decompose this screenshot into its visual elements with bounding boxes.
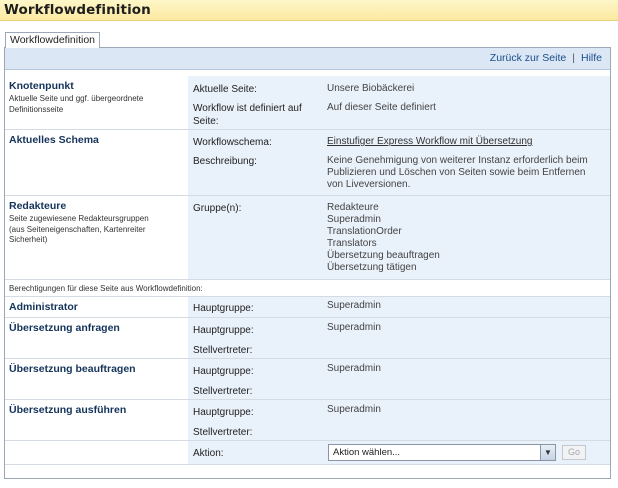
- group-item: TranslationOrder: [327, 226, 402, 237]
- main-group-label: Hauptgruppe:: [193, 325, 254, 336]
- description-label: Beschreibung:: [193, 156, 257, 167]
- redakteure-title: Redakteure: [9, 200, 67, 212]
- main-group-label: Hauptgruppe:: [193, 366, 254, 377]
- main-group-value: Superadmin: [327, 363, 381, 374]
- workflow-defined-value: Auf dieser Seite definiert: [327, 102, 436, 113]
- main-group-label: Hauptgruppe:: [193, 303, 254, 314]
- redakteure-details: Gruppe(n): Redakteure Superadmin Transla…: [188, 196, 610, 279]
- knotenpunkt-title: Knotenpunkt: [9, 80, 74, 92]
- schema-row: Aktuelles Schema Workflowschema: Einstuf…: [5, 130, 610, 196]
- knotenpunkt-header: Knotenpunkt Aktuelle Seite und ggf. über…: [5, 76, 188, 129]
- description-value: Keine Genehmigung von weiterer Instanz e…: [327, 155, 588, 190]
- workflow-panel: Zurück zur Seite | Hilfe Knotenpunkt Aktue…: [4, 47, 611, 479]
- help-link[interactable]: Hilfe: [581, 52, 602, 64]
- chevron-down-icon[interactable]: ▼: [540, 445, 555, 460]
- deputy-label: Stellvertreter:: [193, 386, 253, 397]
- role-header: Übersetzung ausführen: [5, 400, 188, 440]
- action-label: Aktion:: [193, 448, 224, 459]
- current-page-value: Unsere Biobäckerei: [327, 83, 415, 94]
- deputy-label: Stellvertreter:: [193, 345, 253, 356]
- role-details: Hauptgruppe: Superadmin Stellvertreter:: [188, 359, 610, 399]
- role-header: Übersetzung anfragen: [5, 318, 188, 358]
- workflow-schema-label: Workflowschema:: [193, 137, 272, 148]
- redakteure-subtitle: Seite zugewiesene Redakteursgruppen (aus…: [9, 214, 149, 244]
- group-item: Übersetzung tätigen: [327, 262, 417, 273]
- tab-workflowdefinition[interactable]: Workflowdefinition: [5, 32, 101, 48]
- role-details: Hauptgruppe: Superadmin Stellvertreter:: [188, 400, 610, 440]
- schema-header: Aktuelles Schema: [5, 130, 188, 195]
- group-item: Translators: [327, 238, 377, 249]
- role-title: Übersetzung ausführen: [9, 404, 127, 416]
- workflow-defined-label: Workflow ist definiert auf Seite:: [193, 103, 302, 127]
- main-group-label: Hauptgruppe:: [193, 407, 254, 418]
- back-to-page-link[interactable]: Zurück zur Seite: [490, 52, 566, 64]
- page-title: Workflowdefinition: [4, 2, 151, 18]
- permissions-info: Berechtigungen für diese Seite aus Workf…: [5, 280, 610, 297]
- toolbar-separator: |: [572, 52, 575, 64]
- group-item: Übersetzung beauftragen: [327, 250, 440, 261]
- knotenpunkt-row: Knotenpunkt Aktuelle Seite und ggf. über…: [5, 76, 610, 130]
- main-group-value: Superadmin: [327, 404, 381, 415]
- go-button[interactable]: Go: [562, 445, 586, 460]
- groups-label: Gruppe(n):: [193, 203, 242, 214]
- page-header: Workflowdefinition: [0, 0, 618, 21]
- deputy-label: Stellvertreter:: [193, 427, 253, 438]
- main-group-value: Superadmin: [327, 300, 381, 311]
- group-item: Superadmin: [327, 214, 381, 225]
- action-select[interactable]: Aktion wählen... ▼: [328, 444, 556, 461]
- current-page-label: Aktuelle Seite:: [193, 84, 257, 95]
- schema-title: Aktuelles Schema: [9, 134, 99, 146]
- schema-details: Workflowschema: Einstufiger Express Work…: [188, 130, 610, 195]
- role-row-uebersetzung-beauftragen: Übersetzung beauftragen Hauptgruppe: Sup…: [5, 359, 610, 400]
- action-row: Aktion: Aktion wählen... ▼ Go: [5, 441, 610, 465]
- role-details: Hauptgruppe: Superadmin: [188, 297, 610, 317]
- role-title: Administrator: [9, 301, 78, 313]
- redakteure-row: Redakteure Seite zugewiesene Redakteursg…: [5, 196, 610, 280]
- toolbar: Zurück zur Seite | Hilfe: [5, 48, 610, 70]
- knotenpunkt-details: Aktuelle Seite: Unsere Biobäckerei Workf…: [188, 76, 610, 129]
- action-controls: Aktion: Aktion wählen... ▼ Go: [188, 441, 610, 464]
- role-title: Übersetzung beauftragen: [9, 363, 136, 375]
- role-header: Administrator: [5, 297, 188, 317]
- action-select-value: Aktion wählen...: [333, 447, 401, 458]
- role-row-uebersetzung-ausfuehren: Übersetzung ausführen Hauptgruppe: Super…: [5, 400, 610, 441]
- main-group-value: Superadmin: [327, 322, 381, 333]
- role-row-administrator: Administrator Hauptgruppe: Superadmin: [5, 297, 610, 318]
- role-details: Hauptgruppe: Superadmin Stellvertreter:: [188, 318, 610, 358]
- action-spacer: [5, 441, 188, 464]
- role-title: Übersetzung anfragen: [9, 322, 120, 334]
- role-row-uebersetzung-anfragen: Übersetzung anfragen Hauptgruppe: Supera…: [5, 318, 610, 359]
- workflow-schema-link[interactable]: Einstufiger Express Workflow mit Überset…: [327, 136, 532, 148]
- group-item: Redakteure: [327, 202, 379, 213]
- role-header: Übersetzung beauftragen: [5, 359, 188, 399]
- redakteure-header: Redakteure Seite zugewiesene Redakteursg…: [5, 196, 188, 279]
- knotenpunkt-subtitle: Aktuelle Seite und ggf. übergeordnete De…: [9, 94, 144, 114]
